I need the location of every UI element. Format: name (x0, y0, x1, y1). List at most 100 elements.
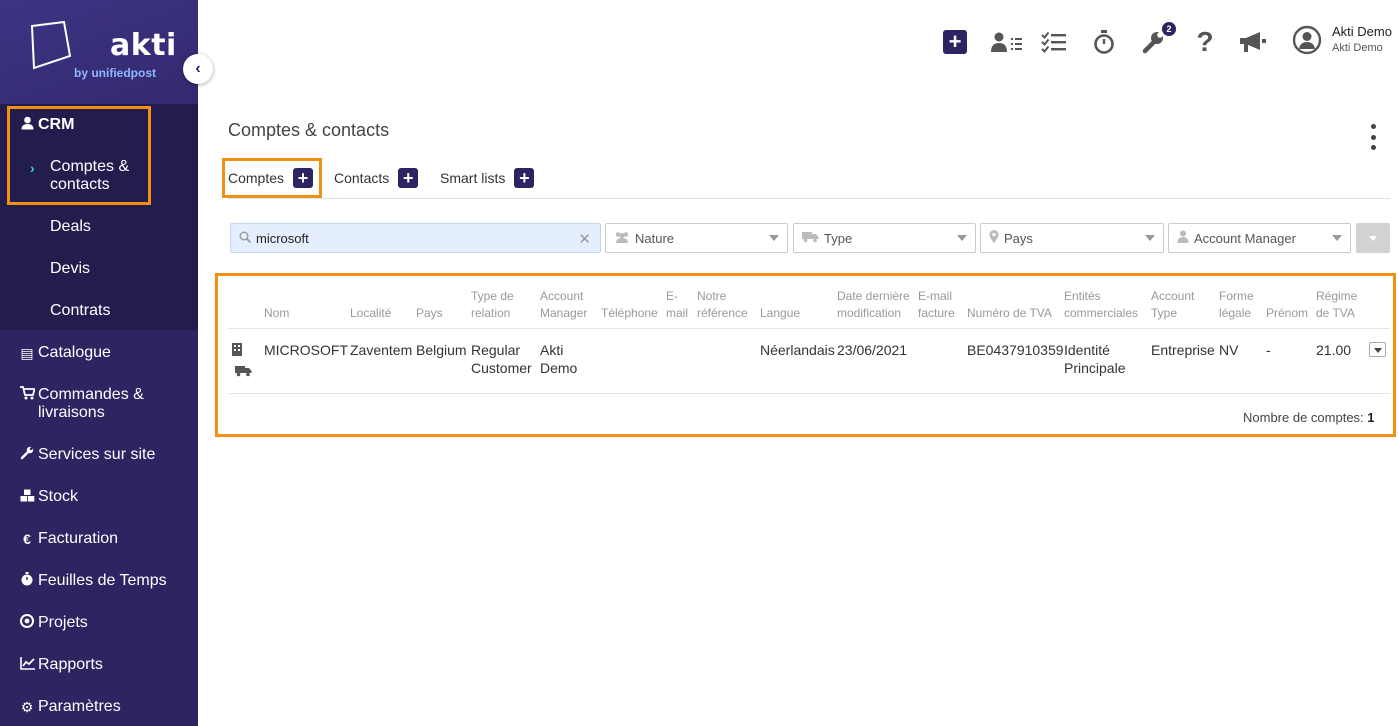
column-header-account-manager[interactable]: Account Manager (540, 288, 587, 322)
column-header-localite[interactable]: Localité (350, 288, 391, 322)
pays-filter-label: Pays (1004, 230, 1033, 246)
tab-comptes[interactable]: Comptes + (228, 168, 314, 188)
tab-contacts[interactable]: Contacts + (334, 168, 419, 188)
cell-localite: Zaventem (350, 342, 413, 358)
sidebar-subitem-devis[interactable]: Devis (50, 260, 90, 278)
accounts-count-value: 1 (1367, 410, 1375, 425)
column-header-notre-reference[interactable]: Notre référence (697, 288, 748, 322)
cell-numero-tva: BE0437910359 (967, 342, 1064, 358)
kebab-dot (1370, 124, 1376, 129)
more-filters-button[interactable] (1356, 223, 1390, 253)
building-icon (232, 343, 242, 361)
sidebar-item-parametres[interactable]: ⚙ Paramètres (0, 698, 198, 716)
cell-prenom: - (1266, 342, 1271, 358)
more-options-button[interactable] (1364, 124, 1382, 150)
accounts-count: Nombre de comptes: 1 (1243, 410, 1375, 425)
tab-label: Contacts (334, 170, 390, 186)
column-header-numero-tva[interactable]: Numéro de TVA (967, 288, 1052, 322)
type-filter[interactable]: Type (793, 223, 976, 253)
row-divider (228, 393, 1390, 394)
chevron-right-icon: › (30, 160, 35, 176)
sidebar-item-facturation[interactable]: € Facturation (0, 530, 198, 548)
column-header-telephone[interactable]: Téléphone (601, 288, 658, 322)
cart-icon (17, 386, 37, 404)
column-header-pays[interactable]: Pays (416, 288, 443, 322)
sidebar-item-stock[interactable]: Stock (0, 488, 198, 506)
sidebar-item-label: contacts (50, 176, 110, 193)
add-contact-button[interactable]: + (398, 168, 419, 188)
column-header-prenom[interactable]: Prénom (1266, 288, 1308, 322)
contacts-list-button[interactable] (990, 28, 1024, 56)
sidebar-item-projets[interactable]: Projets (0, 614, 198, 632)
nature-filter[interactable]: Nature (605, 223, 788, 253)
quick-add-button[interactable]: + (942, 28, 968, 56)
add-smart-list-button[interactable]: + (514, 168, 535, 188)
notification-badge: 2 (1162, 22, 1176, 36)
cell-nom[interactable]: MICROSOFT (264, 341, 348, 359)
sidebar-item-feuilles-temps[interactable]: Feuilles de Temps (0, 572, 198, 590)
column-header-entites[interactable]: Entités commerciales (1064, 288, 1138, 322)
column-header-email[interactable]: E-mail (666, 288, 688, 322)
kebab-dot (1370, 134, 1376, 140)
tab-smart-lists[interactable]: Smart lists + (440, 168, 535, 188)
column-header-langue[interactable]: Langue (760, 288, 800, 322)
truck-icon (802, 231, 819, 246)
sidebar-item-label: Feuilles de Temps (38, 572, 167, 589)
column-header-type-relation[interactable]: Type de relation (471, 288, 514, 322)
column-header-account-type[interactable]: Account Type (1151, 288, 1194, 322)
sidebar-item-rapports[interactable]: Rapports (0, 656, 198, 674)
sidebar-item-services[interactable]: Services sur site (0, 446, 198, 464)
caret-down-icon (1332, 235, 1342, 241)
sidebar-item-commandes[interactable]: Commandes & livraisons (0, 386, 198, 422)
boxes-icon (17, 488, 37, 506)
tab-label: Smart lists (440, 170, 506, 186)
search-input[interactable]: microsoft (256, 231, 309, 246)
help-button[interactable]: ? (1194, 26, 1216, 57)
row-actions-dropdown[interactable] (1369, 342, 1386, 357)
account-manager-filter[interactable]: Account Manager (1168, 223, 1351, 253)
cell-forme-legale: NV (1219, 342, 1239, 358)
sidebar-item-label: Commandes & (38, 386, 144, 403)
accounts-count-label: Nombre de comptes: (1243, 410, 1364, 425)
book-icon: ▤ (20, 345, 34, 361)
column-header-nom[interactable]: Nom (264, 288, 289, 322)
sidebar-subitem-deals[interactable]: Deals (50, 218, 91, 236)
truck-icon (235, 364, 252, 382)
sidebar-item-catalogue[interactable]: ▤ Catalogue (0, 344, 198, 362)
user-avatar[interactable] (1292, 25, 1322, 55)
sidebar-subitem-contrats[interactable]: Contrats (50, 302, 110, 320)
sidebar-item-label: Facturation (38, 530, 119, 547)
cell-langue: Néerlandais (760, 342, 835, 358)
column-header-forme-legale[interactable]: Forme légale (1219, 288, 1254, 322)
header-divider (228, 328, 1390, 329)
interventions-button[interactable]: 2 (1140, 22, 1176, 56)
user-name[interactable]: Akti Demo (1332, 24, 1392, 39)
search-filter[interactable]: microsoft ✕ (230, 223, 601, 253)
sidebar-item-crm[interactable]: CRM (0, 116, 198, 134)
column-header-regime-tva[interactable]: Régime de TVA (1316, 288, 1357, 322)
crm-section (0, 104, 198, 330)
sidebar-item-label: Rapports (38, 656, 103, 673)
caret-down-icon (957, 235, 967, 241)
pays-filter[interactable]: Pays (980, 223, 1164, 253)
akti-logo-icon (30, 20, 72, 70)
cell-regime-tva: 21.00 (1316, 342, 1352, 358)
nature-filter-label: Nature (635, 230, 675, 246)
sidebar-item-label: Comptes & (50, 158, 130, 175)
stopwatch-icon (1094, 30, 1114, 54)
kebab-dot (1370, 145, 1376, 150)
cell-account-manager: Akti Demo (540, 342, 578, 376)
logo-subtitle: by unifiedpost (74, 66, 156, 80)
sidebar-subitem-comptes-contacts[interactable]: Comptes & contacts (50, 158, 129, 194)
user-icon (17, 116, 37, 134)
tasks-button[interactable] (1040, 28, 1068, 56)
column-header-email-facture[interactable]: E-mail facture (918, 288, 955, 322)
timer-button[interactable] (1092, 28, 1116, 56)
cell-account-type: Entreprise (1151, 342, 1215, 358)
column-header-date-modification[interactable]: Date dernière modification (837, 288, 910, 322)
announcements-button[interactable] (1238, 28, 1268, 56)
clear-search-icon[interactable]: ✕ (578, 230, 591, 248)
sidebar-collapse-button[interactable]: ‹ (183, 54, 213, 84)
stopwatch-icon (17, 572, 37, 590)
add-compte-button[interactable]: + (293, 168, 314, 188)
